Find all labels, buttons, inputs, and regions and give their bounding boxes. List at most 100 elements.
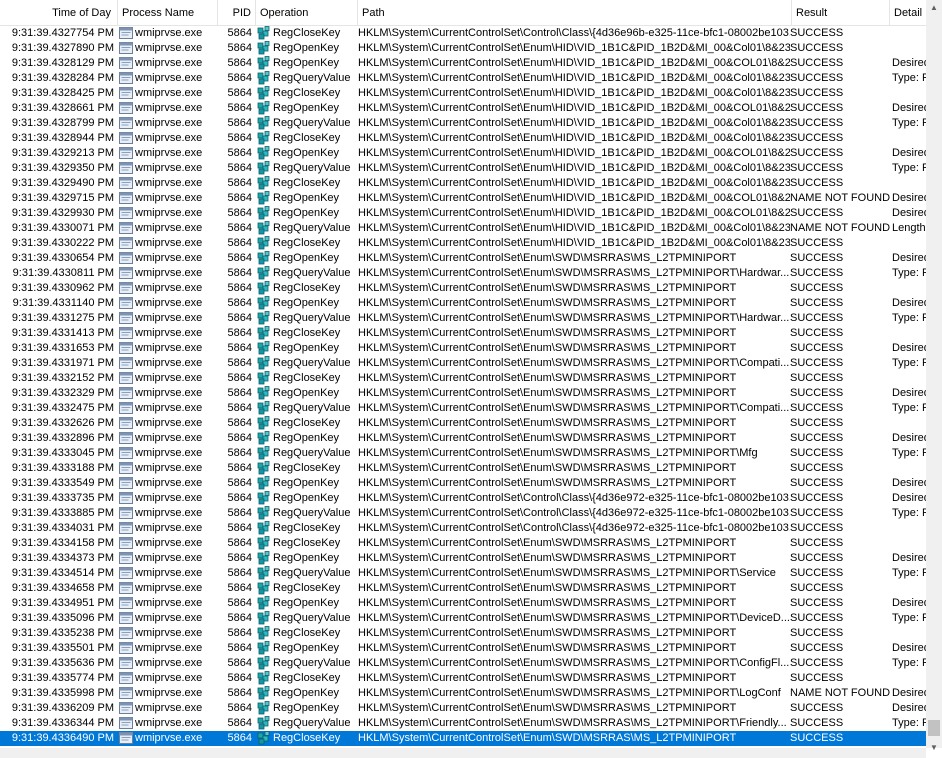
process-name: wmiprvse.exe [135, 612, 203, 624]
table-row[interactable]: 9:31:39.4331275 PM wmiprvse.exe 5864 RegQue… [0, 311, 926, 326]
table-row[interactable]: 9:31:39.4330962 PM wmiprvse.exe 5864 RegClo… [0, 281, 926, 296]
table-row[interactable]: 9:31:39.4330222 PM wmiprvse.exe 5864 RegClo… [0, 236, 926, 251]
process-cell: wmiprvse.exe [119, 536, 217, 551]
registry-icon [257, 176, 270, 190]
table-row[interactable]: 9:31:39.4333885 PM wmiprvse.exe 5864 RegQue… [0, 506, 926, 521]
table-row[interactable]: 9:31:39.4328284 PM wmiprvse.exe 5864 RegQue… [0, 71, 926, 86]
scroll-up-arrow-icon[interactable]: ▲ [926, 0, 942, 16]
column-header-path[interactable]: Path [358, 0, 792, 25]
event-list[interactable]: 9:31:39.4327754 PM wmiprvse.exe 5864 RegClo… [0, 26, 926, 748]
scroll-down-arrow-icon[interactable]: ▼ [926, 740, 942, 756]
process-cell: wmiprvse.exe [119, 701, 217, 716]
process-cell: wmiprvse.exe [119, 506, 217, 521]
table-row[interactable]: 9:31:39.4331971 PM wmiprvse.exe 5864 RegQue… [0, 356, 926, 371]
process-cell: wmiprvse.exe [119, 131, 217, 146]
detail-cell: Desired [892, 477, 926, 489]
path-cell: HKLM\System\CurrentControlSet\Enum\HID\V… [358, 72, 790, 84]
table-row[interactable]: 9:31:39.4333735 PM wmiprvse.exe 5864 RegOpe… [0, 491, 926, 506]
table-row[interactable]: 9:31:39.4332329 PM wmiprvse.exe 5864 RegOpe… [0, 386, 926, 401]
table-row[interactable]: 9:31:39.4333549 PM wmiprvse.exe 5864 RegOpe… [0, 476, 926, 491]
table-row[interactable]: 9:31:39.4336344 PM wmiprvse.exe 5864 RegQue… [0, 716, 926, 731]
result-cell: SUCCESS [790, 567, 844, 579]
table-row[interactable]: 9:31:39.4327754 PM wmiprvse.exe 5864 RegClo… [0, 26, 926, 41]
table-row[interactable]: 9:31:39.4335636 PM wmiprvse.exe 5864 RegQue… [0, 656, 926, 671]
process-window-icon [119, 447, 133, 459]
process-name: wmiprvse.exe [135, 567, 203, 579]
table-row[interactable]: 9:31:39.4334158 PM wmiprvse.exe 5864 RegClo… [0, 536, 926, 551]
registry-icon [257, 356, 270, 370]
table-row[interactable]: 9:31:39.4332152 PM wmiprvse.exe 5864 RegClo… [0, 371, 926, 386]
table-row[interactable]: 9:31:39.4333188 PM wmiprvse.exe 5864 RegClo… [0, 461, 926, 476]
table-row[interactable]: 9:31:39.4329715 PM wmiprvse.exe 5864 RegOpe… [0, 191, 926, 206]
detail-cell [892, 26, 926, 41]
process-cell: wmiprvse.exe [119, 86, 217, 101]
registry-icon [257, 581, 270, 595]
table-row[interactable]: 9:31:39.4334514 PM wmiprvse.exe 5864 RegQue… [0, 566, 926, 581]
table-row[interactable]: 9:31:39.4335998 PM wmiprvse.exe 5864 RegOpe… [0, 686, 926, 701]
table-row[interactable]: 9:31:39.4332626 PM wmiprvse.exe 5864 RegClo… [0, 416, 926, 431]
result-cell: SUCCESS [790, 57, 844, 69]
horizontal-scrollbar[interactable] [0, 748, 926, 758]
column-header-result[interactable]: Result [792, 0, 890, 25]
column-header-detail[interactable]: Detail [890, 0, 926, 25]
table-row[interactable]: 9:31:39.4331413 PM wmiprvse.exe 5864 RegClo… [0, 326, 926, 341]
table-row[interactable]: 9:31:39.4334031 PM wmiprvse.exe 5864 RegClo… [0, 521, 926, 536]
table-row[interactable]: 9:31:39.4331140 PM wmiprvse.exe 5864 RegOpe… [0, 296, 926, 311]
table-row[interactable]: 9:31:39.4335096 PM wmiprvse.exe 5864 RegQue… [0, 611, 926, 626]
table-row[interactable]: 9:31:39.4328425 PM wmiprvse.exe 5864 RegClo… [0, 86, 926, 101]
result-cell: SUCCESS [790, 627, 844, 639]
table-row[interactable]: 9:31:39.4328944 PM wmiprvse.exe 5864 RegClo… [0, 131, 926, 146]
registry-icon [257, 371, 270, 385]
process-name: wmiprvse.exe [135, 222, 203, 234]
table-row[interactable]: 9:31:39.4328661 PM wmiprvse.exe 5864 RegOpe… [0, 101, 926, 116]
pid-cell: 5864 [227, 282, 252, 294]
column-header-pid[interactable]: PID [218, 0, 256, 25]
detail-cell [892, 536, 926, 551]
table-row[interactable]: 9:31:39.4334951 PM wmiprvse.exe 5864 RegOpe… [0, 596, 926, 611]
table-row[interactable]: 9:31:39.4336209 PM wmiprvse.exe 5864 RegOpe… [0, 701, 926, 716]
table-row[interactable]: 9:31:39.4327890 PM wmiprvse.exe 5864 RegOpe… [0, 41, 926, 56]
table-row[interactable]: 9:31:39.4329490 PM wmiprvse.exe 5864 RegClo… [0, 176, 926, 191]
scroll-thumb[interactable] [928, 720, 940, 736]
table-row[interactable]: 9:31:39.4332896 PM wmiprvse.exe 5864 RegOpe… [0, 431, 926, 446]
result-cell: SUCCESS [790, 507, 844, 519]
registry-icon [257, 476, 270, 490]
table-row[interactable]: 9:31:39.4328799 PM wmiprvse.exe 5864 RegQue… [0, 116, 926, 131]
table-row[interactable]: 9:31:39.4335238 PM wmiprvse.exe 5864 RegClo… [0, 626, 926, 641]
table-row[interactable]: 9:31:39.4335501 PM wmiprvse.exe 5864 RegOpe… [0, 641, 926, 656]
table-row[interactable]: 9:31:39.4329930 PM wmiprvse.exe 5864 RegOpe… [0, 206, 926, 221]
column-header-time[interactable]: Time of Day [0, 0, 118, 25]
table-row[interactable]: 9:31:39.4330811 PM wmiprvse.exe 5864 RegQue… [0, 266, 926, 281]
result-cell: SUCCESS [790, 462, 844, 474]
column-header-process[interactable]: Process Name [118, 0, 218, 25]
process-window-icon [119, 27, 133, 39]
column-header-operation[interactable]: Operation [256, 0, 358, 25]
table-row[interactable]: 9:31:39.4329213 PM wmiprvse.exe 5864 RegOpe… [0, 146, 926, 161]
table-row[interactable]: 9:31:39.4332475 PM wmiprvse.exe 5864 RegQue… [0, 401, 926, 416]
table-row[interactable]: 9:31:39.4335774 PM wmiprvse.exe 5864 RegClo… [0, 671, 926, 686]
pid-cell: 5864 [227, 162, 252, 174]
path-cell: HKLM\System\CurrentControlSet\Enum\SWD\M… [358, 312, 790, 324]
table-row[interactable]: 9:31:39.4334373 PM wmiprvse.exe 5864 RegOpe… [0, 551, 926, 566]
result-cell: SUCCESS [790, 162, 844, 174]
process-cell: wmiprvse.exe [119, 446, 217, 461]
detail-cell: Desired [892, 192, 926, 204]
detail-cell: Desired [892, 687, 926, 699]
table-row[interactable]: 9:31:39.4331653 PM wmiprvse.exe 5864 RegOpe… [0, 341, 926, 356]
table-row-selected[interactable]: 9:31:39.4336490 PM wmiprvse.exe 5864 RegClo… [0, 731, 926, 746]
time-cell: 9:31:39.4328284 PM [11, 72, 114, 84]
registry-icon [257, 431, 270, 445]
table-row[interactable]: 9:31:39.4328129 PM wmiprvse.exe 5864 RegOpe… [0, 56, 926, 71]
operation-name: RegQueryValue [273, 357, 351, 369]
table-row[interactable]: 9:31:39.4329350 PM wmiprvse.exe 5864 RegQue… [0, 161, 926, 176]
vertical-scrollbar[interactable]: ▲ ▼ [926, 0, 942, 752]
detail-cell: Desired [892, 597, 926, 609]
table-row[interactable]: 9:31:39.4333045 PM wmiprvse.exe 5864 RegQue… [0, 446, 926, 461]
table-row[interactable]: 9:31:39.4330654 PM wmiprvse.exe 5864 RegOpe… [0, 251, 926, 266]
pid-cell: 5864 [227, 567, 252, 579]
table-row[interactable]: 9:31:39.4334658 PM wmiprvse.exe 5864 RegClo… [0, 581, 926, 596]
detail-cell: Desired [892, 207, 926, 219]
time-cell: 9:31:39.4332475 PM [11, 402, 114, 414]
table-row[interactable]: 9:31:39.4330071 PM wmiprvse.exe 5864 RegQue… [0, 221, 926, 236]
operation-cell: RegOpenKey [257, 701, 355, 716]
